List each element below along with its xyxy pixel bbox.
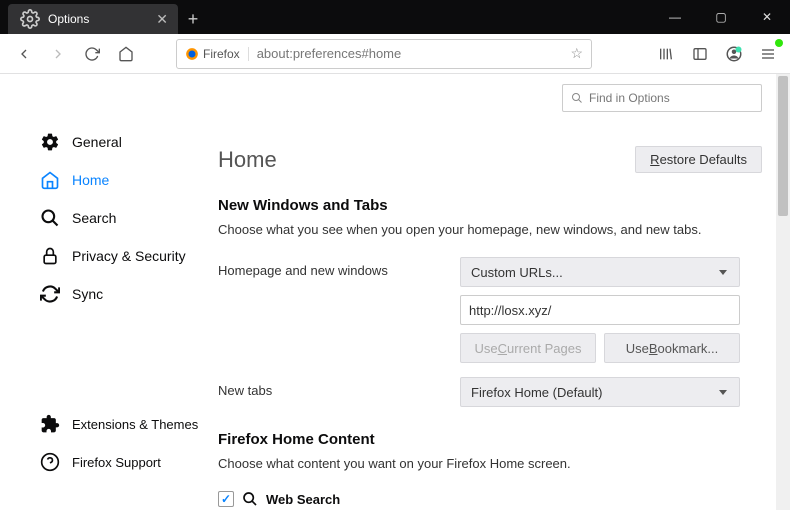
nav-toolbar: Firefox about:preferences#home ☆ bbox=[0, 34, 790, 74]
identity-label: Firefox bbox=[203, 47, 240, 61]
minimize-button[interactable]: — bbox=[652, 0, 698, 34]
home-icon bbox=[40, 170, 60, 190]
section-heading-newwindows: New Windows and Tabs bbox=[218, 197, 762, 214]
sidebar-item-privacy[interactable]: Privacy & Security bbox=[30, 238, 218, 274]
use-current-pages-button[interactable]: Use Current Pages bbox=[460, 333, 596, 363]
sidebars-icon[interactable] bbox=[688, 42, 712, 66]
homepage-select-value: Custom URLs... bbox=[471, 265, 563, 280]
close-tab-icon[interactable]: ✕ bbox=[156, 11, 168, 28]
homepage-row: Homepage and new windows Custom URLs... … bbox=[218, 257, 762, 363]
homepage-button-row: Use Current Pages Use Bookmark... bbox=[460, 333, 740, 363]
scrollbar[interactable] bbox=[776, 74, 790, 510]
identity-box[interactable]: Firefox bbox=[185, 47, 249, 61]
account-icon[interactable] bbox=[722, 42, 746, 66]
restore-defaults-button[interactable]: Restore Defaults bbox=[635, 146, 762, 173]
section-desc-newwindows: Choose what you see when you open your h… bbox=[218, 222, 762, 237]
puzzle-icon bbox=[40, 414, 60, 434]
sidebar-item-sync[interactable]: Sync bbox=[30, 276, 218, 312]
url-bar[interactable]: Firefox about:preferences#home ☆ bbox=[176, 39, 592, 69]
section-heading-homecontent: Firefox Home Content bbox=[218, 431, 762, 448]
library-icon[interactable] bbox=[654, 42, 678, 66]
gear-icon bbox=[20, 9, 40, 29]
url-text: about:preferences#home bbox=[257, 46, 563, 61]
scrollbar-thumb[interactable] bbox=[778, 76, 788, 216]
lock-icon bbox=[40, 246, 60, 266]
homepage-url-input[interactable] bbox=[460, 295, 740, 325]
websearch-label: Web Search bbox=[266, 492, 340, 507]
find-in-options[interactable]: Find in Options bbox=[562, 84, 762, 112]
forward-button[interactable] bbox=[44, 40, 72, 68]
preferences-content: General Home Search Privacy & Security S… bbox=[0, 74, 790, 510]
page-title: Home bbox=[218, 147, 277, 173]
find-placeholder: Find in Options bbox=[589, 91, 670, 105]
websearch-row: ✓ Web Search bbox=[218, 491, 762, 507]
menu-icon[interactable] bbox=[756, 42, 780, 66]
search-icon bbox=[571, 92, 583, 104]
titlebar: Options ✕ + — ▢ ✕ bbox=[0, 0, 790, 34]
sidebar-label: Privacy & Security bbox=[72, 248, 186, 264]
sidebar-item-support[interactable]: Firefox Support bbox=[30, 444, 218, 480]
reload-button[interactable] bbox=[78, 40, 106, 68]
newtabs-label: New tabs bbox=[218, 377, 460, 398]
websearch-checkbox[interactable]: ✓ bbox=[218, 491, 234, 507]
sidebar-item-general[interactable]: General bbox=[30, 124, 218, 160]
homepage-select[interactable]: Custom URLs... bbox=[460, 257, 740, 287]
newtabs-row: New tabs Firefox Home (Default) bbox=[218, 377, 762, 407]
gear-icon bbox=[40, 132, 60, 152]
sidebar-item-search[interactable]: Search bbox=[30, 200, 218, 236]
bookmark-star-icon[interactable]: ☆ bbox=[570, 45, 583, 62]
sidebar-label: Search bbox=[72, 210, 116, 226]
sidebar-label: Home bbox=[72, 172, 109, 188]
tab-title: Options bbox=[48, 12, 89, 26]
sidebar-footer: Extensions & Themes Firefox Support bbox=[30, 406, 218, 482]
sidebar-item-home[interactable]: Home bbox=[30, 162, 218, 198]
home-button[interactable] bbox=[112, 40, 140, 68]
help-icon bbox=[40, 452, 60, 472]
toolbar-icons bbox=[654, 42, 780, 66]
sidebar-label: Sync bbox=[72, 286, 103, 302]
home-content-section: Firefox Home Content Choose what content… bbox=[218, 431, 762, 507]
window-controls: — ▢ ✕ bbox=[652, 0, 790, 34]
new-tab-button[interactable]: + bbox=[178, 4, 208, 34]
browser-tab[interactable]: Options ✕ bbox=[8, 4, 178, 34]
search-icon bbox=[242, 491, 258, 507]
sidebar-label: Firefox Support bbox=[72, 455, 161, 470]
preferences-sidebar: General Home Search Privacy & Security S… bbox=[0, 74, 218, 510]
back-button[interactable] bbox=[10, 40, 38, 68]
preferences-main: Find in Options Home Restore Defaults Ne… bbox=[218, 74, 790, 510]
close-window-button[interactable]: ✕ bbox=[744, 0, 790, 34]
page-title-row: Home Restore Defaults bbox=[218, 146, 762, 173]
homepage-label: Homepage and new windows bbox=[218, 257, 460, 278]
sync-icon bbox=[40, 284, 60, 304]
sidebar-label: General bbox=[72, 134, 122, 150]
firefox-icon bbox=[185, 47, 199, 61]
newtabs-select-value: Firefox Home (Default) bbox=[471, 385, 602, 400]
section-desc-homecontent: Choose what content you want on your Fir… bbox=[218, 456, 762, 471]
newtabs-select[interactable]: Firefox Home (Default) bbox=[460, 377, 740, 407]
search-icon bbox=[40, 208, 60, 228]
use-bookmark-button[interactable]: Use Bookmark... bbox=[604, 333, 740, 363]
sidebar-label: Extensions & Themes bbox=[72, 417, 198, 432]
sidebar-item-extensions[interactable]: Extensions & Themes bbox=[30, 406, 218, 442]
maximize-button[interactable]: ▢ bbox=[698, 0, 744, 34]
